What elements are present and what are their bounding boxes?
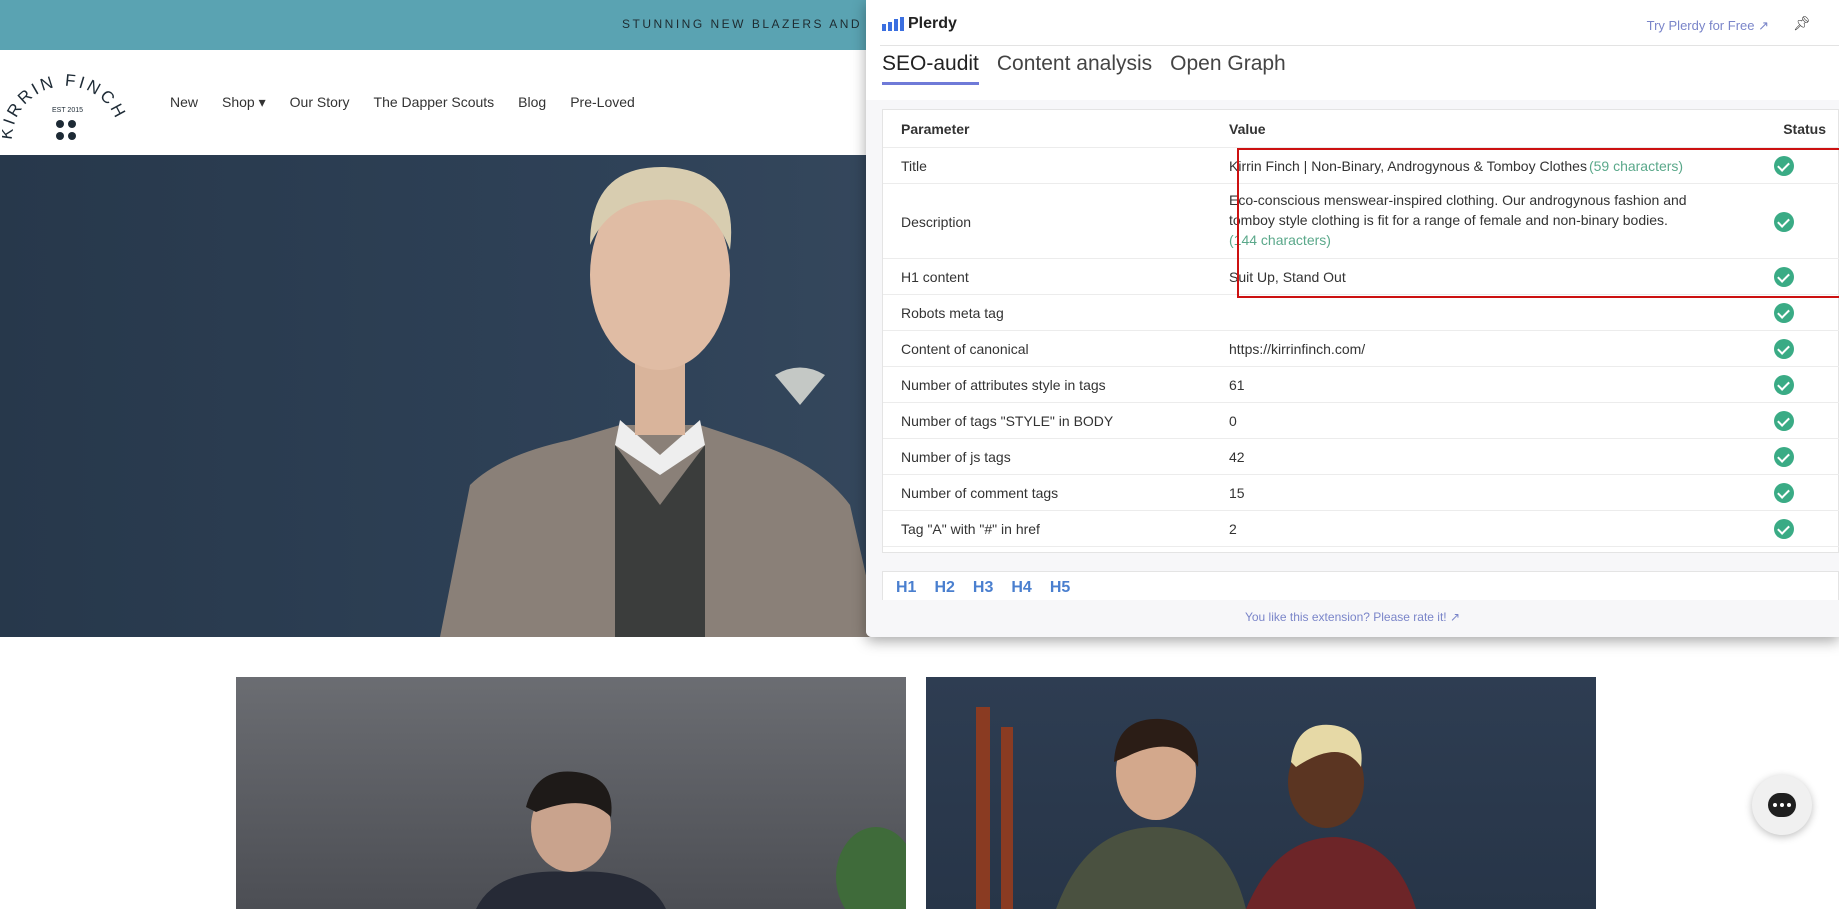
value-text: 61 (1229, 377, 1245, 393)
nav-pre-loved[interactable]: Pre-Loved (570, 94, 635, 111)
value-text: 2 (1229, 521, 1237, 537)
plerdy-brand: Plerdy (882, 15, 957, 33)
highlight-box (1237, 148, 1839, 298)
kirrin-finch-logo[interactable]: KIRRIN FINCH EST 2015 (2, 60, 127, 145)
value-cell: 42 (1229, 447, 1729, 467)
parameter-cell: H1 content (901, 269, 969, 285)
svg-text:KIRRIN FINCH: KIRRIN FINCH (2, 71, 127, 141)
nav-our-story[interactable]: Our Story (290, 94, 350, 111)
heading-tabs: H1 H2 H3 H4 H5 (896, 579, 1070, 597)
heading-tab-h2[interactable]: H2 (934, 579, 954, 597)
table-row: Number of tags "STYLE" in BODY 0 (883, 403, 1839, 439)
plerdy-seo-panel: Plerdy Try Plerdy for Free ↗ 📌︎ SEO-audi… (866, 0, 1839, 637)
heading-tab-h1[interactable]: H1 (896, 579, 916, 597)
table-row: Content of canonical https://kirrinfinch.… (883, 331, 1839, 367)
tab-open-graph[interactable]: Open Graph (1170, 52, 1286, 85)
plerdy-logo-icon (882, 17, 904, 31)
svg-text:EST 2015: EST 2015 (52, 107, 83, 114)
table-row: Number of attributes style in tags 61 (883, 367, 1839, 403)
value-cell: 2 (1229, 519, 1729, 539)
tab-content-analysis[interactable]: Content analysis (997, 52, 1152, 85)
heading-tab-h5[interactable]: H5 (1050, 579, 1070, 597)
column-status: Status (1783, 121, 1826, 137)
seo-audit-table: Parameter Value Status Title Kirrin Finch… (882, 109, 1839, 553)
table-row: Number of js tags 42 (883, 439, 1839, 475)
divider (880, 45, 1839, 46)
status-check-icon (1774, 303, 1794, 323)
try-plerdy-link[interactable]: Try Plerdy for Free ↗ (1647, 18, 1769, 34)
status-check-icon (1774, 519, 1794, 539)
brand-name: Plerdy (908, 15, 957, 32)
nav-new[interactable]: New (170, 94, 198, 111)
parameter-cell: Tag "A" with "#" in href (901, 521, 1040, 537)
nav-shop[interactable]: Shop ▾ (222, 94, 266, 111)
parameter-cell: Content of canonical (901, 341, 1029, 357)
product-image-1[interactable] (236, 677, 906, 909)
hero-model-illustration (440, 166, 880, 637)
pin-icon[interactable]: 📌︎ (1793, 15, 1811, 32)
parameter-cell: Number of attributes style in tags (901, 377, 1106, 393)
parameter-cell: Number of comment tags (901, 485, 1059, 501)
status-check-icon (1774, 483, 1794, 503)
table-row: Tag "A" with "#" in href 2 (883, 511, 1839, 547)
status-check-icon (1774, 339, 1794, 359)
value-cell: 15 (1229, 483, 1729, 503)
main-nav: New Shop ▾ Our Story The Dapper Scouts B… (170, 94, 635, 111)
nav-blog[interactable]: Blog (518, 94, 546, 111)
rate-extension-text[interactable]: You like this extension? Please rate it!… (1245, 610, 1460, 624)
value-text: 42 (1229, 449, 1245, 465)
column-value: Value (1229, 121, 1266, 137)
parameter-cell: Robots meta tag (901, 305, 1004, 321)
column-parameter: Parameter (901, 121, 970, 137)
chat-icon (1768, 793, 1796, 817)
table-row: Robots meta tag (883, 295, 1839, 331)
value-cell: 0 (1229, 411, 1729, 431)
product-image-2[interactable] (926, 677, 1596, 909)
tab-seo-audit[interactable]: SEO-audit (882, 52, 979, 85)
table-header: Parameter Value Status (883, 110, 1839, 148)
status-check-icon (1774, 447, 1794, 467)
heading-tab-h4[interactable]: H4 (1011, 579, 1031, 597)
parameter-cell: Number of tags "STYLE" in BODY (901, 413, 1114, 429)
panel-tabs: SEO-audit Content analysis Open Graph (882, 52, 1286, 85)
status-check-icon (1774, 375, 1794, 395)
value-cell: 61 (1229, 375, 1729, 395)
chat-button[interactable] (1752, 775, 1812, 835)
parameter-cell: Number of js tags (901, 449, 1011, 465)
value-text: 15 (1229, 485, 1245, 501)
value-text: 0 (1229, 413, 1237, 429)
rate-extension-link[interactable]: You like this extension? Please rate it!… (866, 600, 1839, 637)
value-cell: https://kirrinfinch.com/ (1229, 339, 1729, 359)
parameter-cell: Title (901, 158, 927, 174)
status-check-icon (1774, 411, 1794, 431)
parameter-cell: Description (901, 213, 972, 230)
nav-dapper-scouts[interactable]: The Dapper Scouts (374, 94, 495, 111)
value-text: https://kirrinfinch.com/ (1229, 341, 1366, 357)
table-row: Number of comment tags 15 (883, 475, 1839, 511)
heading-tab-h3[interactable]: H3 (973, 579, 993, 597)
